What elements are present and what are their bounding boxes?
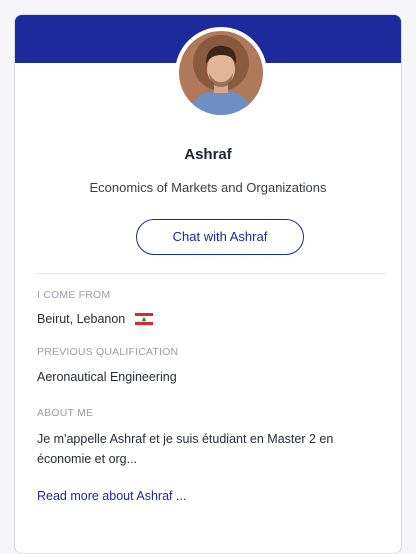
read-more-link[interactable]: Read more about Ashraf ...	[37, 489, 186, 503]
chat-button[interactable]: Chat with Ashraf	[136, 219, 304, 255]
lebanon-flag-icon	[134, 313, 153, 325]
qualification-label: PREVIOUS QUALIFICATION	[37, 346, 179, 358]
avatar	[175, 27, 267, 119]
divider	[35, 273, 385, 274]
program-name: Economics of Markets and Organizations	[89, 180, 327, 195]
origin-value-row: Beirut, Lebanon	[37, 312, 153, 326]
origin-value: Beirut, Lebanon	[37, 312, 126, 326]
profile-photo	[179, 31, 263, 115]
about-label: ABOUT ME	[37, 407, 94, 419]
profile-name: Ashraf	[184, 146, 232, 163]
ambassador-card: Ashraf Economics of Markets and Organiza…	[14, 14, 402, 554]
origin-label: I COME FROM	[37, 289, 111, 301]
qualification-value: Aeronautical Engineering	[37, 370, 177, 384]
about-text: Je m'appelle Ashraf et je suis étudiant …	[37, 432, 334, 466]
